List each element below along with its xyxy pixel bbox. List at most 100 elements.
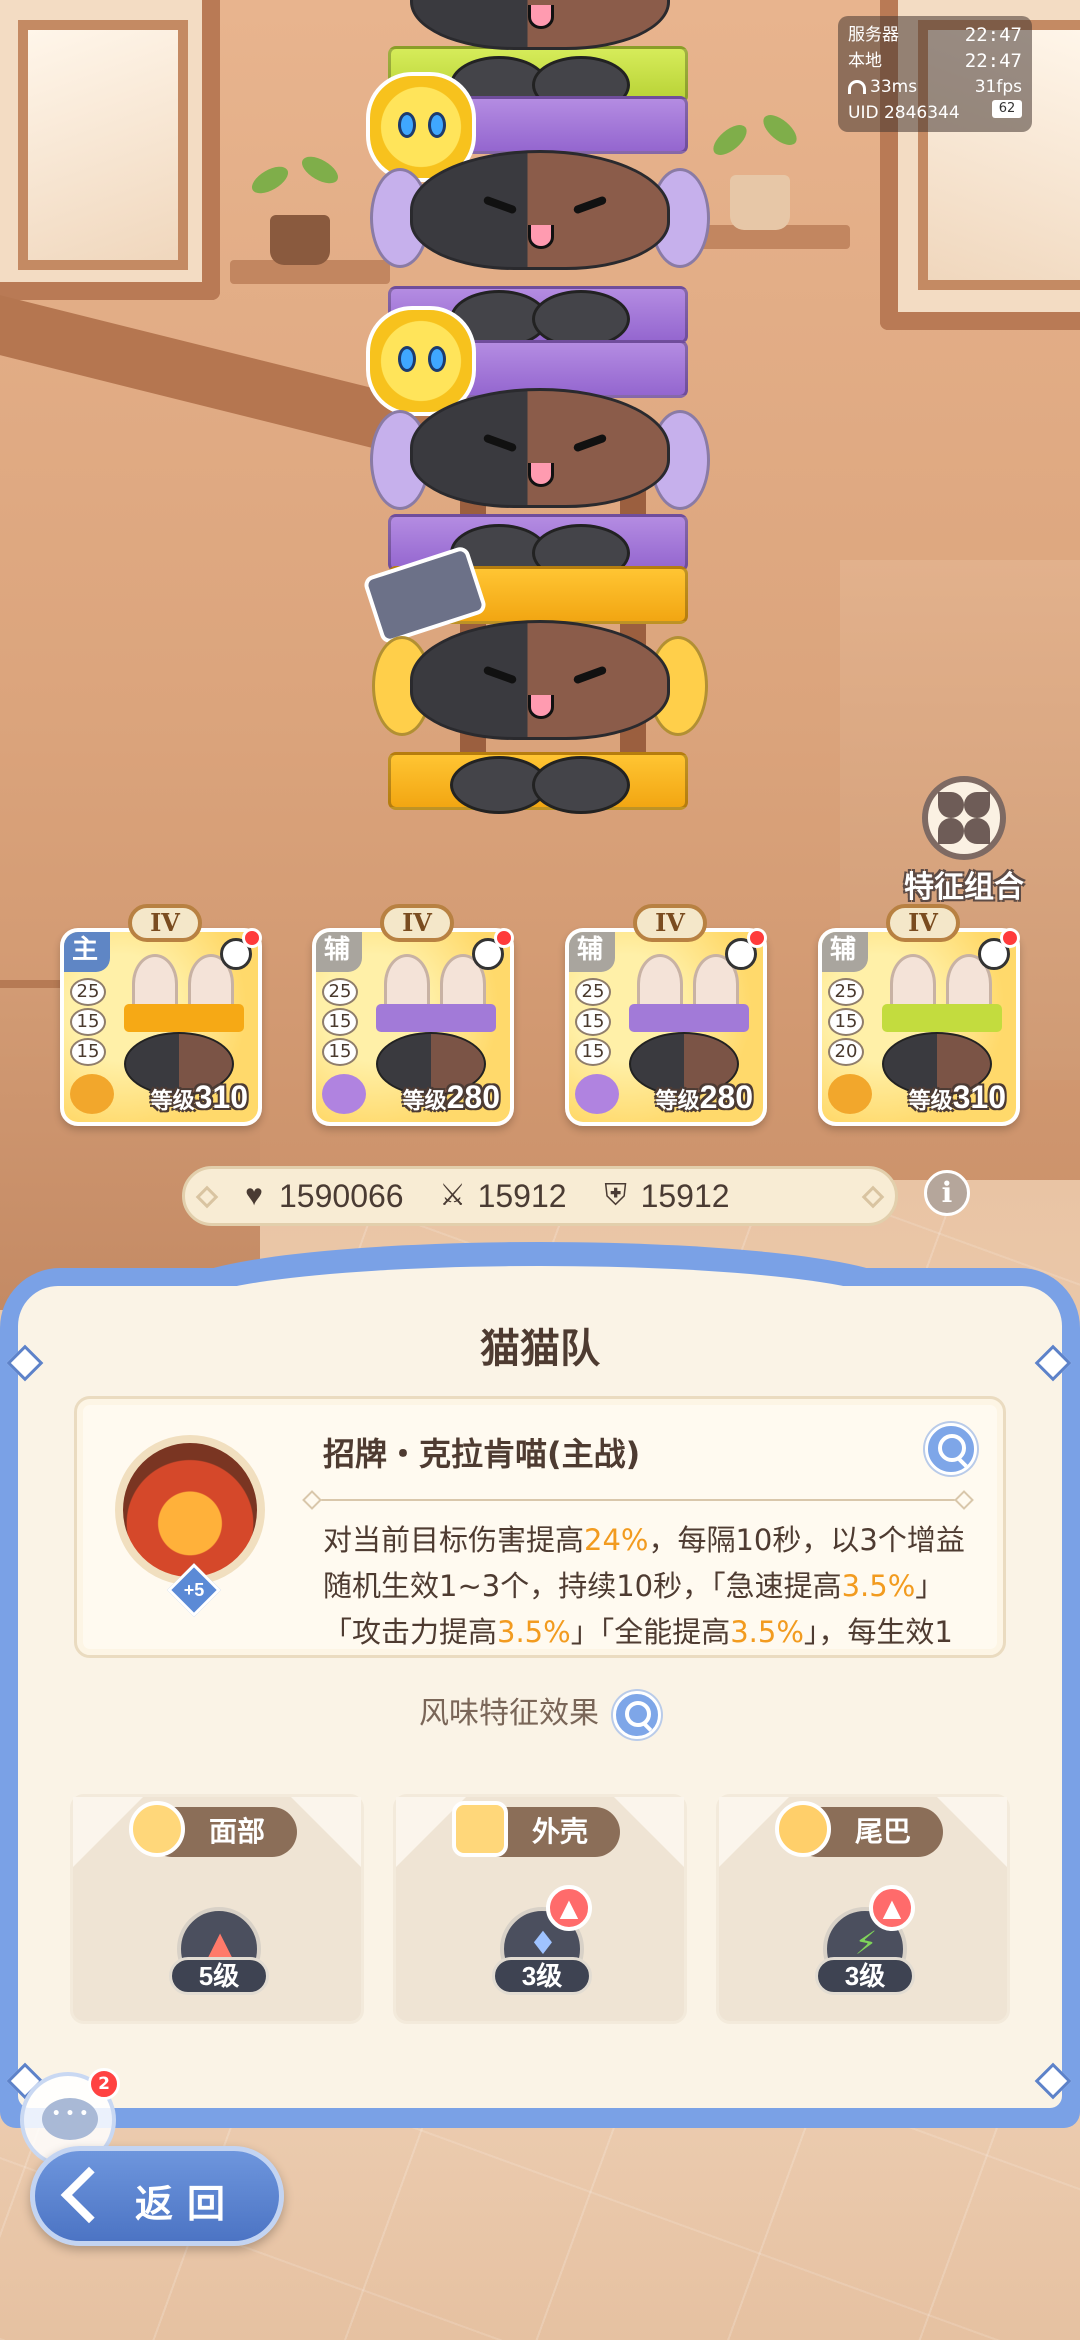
rank-badge: IV bbox=[380, 904, 454, 942]
local-time-row: 本地 22:47 bbox=[848, 48, 1022, 74]
cat-face-icon bbox=[129, 1801, 185, 1857]
tower-bow bbox=[450, 290, 630, 348]
trait-level: 3级 bbox=[815, 1957, 915, 1995]
level-key: 等级 bbox=[150, 1089, 195, 1114]
card-stats: 25 15 15 bbox=[70, 978, 106, 1068]
flower-accessory-icon bbox=[366, 306, 476, 416]
level-value: 280 bbox=[699, 1079, 753, 1115]
stat-tail: 15 bbox=[575, 1038, 611, 1066]
stat-tail: 15 bbox=[322, 1038, 358, 1066]
skill-magnify-button[interactable] bbox=[925, 1423, 977, 1475]
cat-eye bbox=[572, 665, 608, 685]
cat-eye bbox=[482, 665, 518, 685]
notification-dot bbox=[1000, 928, 1020, 948]
attack-value: 15912 bbox=[477, 1177, 567, 1214]
rank-badge: IV bbox=[633, 904, 707, 942]
skill-description: 对当前目标伤害提高24%，每隔10秒，以3个增益随机生效1~3个，持续10秒，「… bbox=[323, 1517, 973, 1655]
stat-face: 25 bbox=[828, 978, 864, 1006]
team-stats-bar: ♥ 1590066 ⚔ 15912 ⛨ 15912 bbox=[182, 1166, 898, 1226]
role-badge: 主 bbox=[64, 932, 110, 972]
team-panel: 猫猫队 +5 招牌・克拉肯喵(主战) 对当前目标伤害提高24%，每隔10秒，以3… bbox=[0, 1268, 1080, 2128]
flavor-header: 风味特征效果 bbox=[0, 1688, 1080, 1739]
cat-mouth bbox=[528, 225, 554, 249]
desc-highlight: 3.5% bbox=[497, 1615, 571, 1649]
role-badge: 辅 bbox=[822, 932, 868, 972]
flower-eye bbox=[428, 346, 446, 372]
paw-icon bbox=[322, 1074, 366, 1114]
defense-stat: ⛨ 15912 bbox=[601, 1178, 729, 1215]
decor-diamond bbox=[195, 1185, 219, 1209]
level-key: 等级 bbox=[908, 1089, 953, 1114]
desc-text: 对当前目标伤害提高 bbox=[323, 1523, 585, 1557]
cat-eye bbox=[482, 433, 518, 453]
card-art: 辅 25 15 15 等级280 bbox=[316, 932, 510, 1122]
card-level: 等级280 bbox=[656, 1079, 753, 1116]
skill-card: +5 招牌・克拉肯喵(主战) 对当前目标伤害提高24%，每隔10秒，以3个增益随… bbox=[74, 1396, 1006, 1658]
stat-tail: 20 bbox=[828, 1038, 864, 1066]
cat-card-4[interactable]: IV 辅 25 15 20 等级310 bbox=[818, 904, 1020, 1126]
cat-card-3[interactable]: IV 辅 25 15 15 等级280 bbox=[565, 904, 767, 1126]
tower-cat bbox=[410, 620, 670, 740]
trait-level: 3级 bbox=[492, 1957, 592, 1995]
paw-icon bbox=[575, 1074, 619, 1114]
tower-cat bbox=[410, 150, 670, 270]
server-time: 22:47 bbox=[964, 24, 1022, 46]
card-level: 等级280 bbox=[403, 1079, 500, 1116]
level-value: 280 bbox=[446, 1079, 500, 1115]
tower-bow bbox=[450, 756, 630, 814]
card-stats: 25 15 15 bbox=[322, 978, 358, 1068]
trait-shell[interactable]: 外壳 ♦ ▲ 3级 bbox=[393, 1794, 687, 2024]
shell-icon bbox=[452, 1801, 508, 1857]
stat-shell: 15 bbox=[828, 1008, 864, 1036]
stat-face: 25 bbox=[70, 978, 106, 1006]
back-button[interactable]: 返回 bbox=[30, 2146, 284, 2246]
card-band bbox=[629, 1004, 749, 1032]
cat-card-2[interactable]: IV 辅 25 15 15 等级280 bbox=[312, 904, 514, 1126]
cat-mouth bbox=[528, 463, 554, 487]
status-hud: 服务器 22:47 本地 22:47 33ms 31fps UID 284634… bbox=[838, 16, 1032, 132]
battery-icon: 62 bbox=[992, 100, 1022, 118]
back-label: 返回 bbox=[135, 2182, 240, 2226]
ping: 33ms bbox=[870, 77, 918, 97]
role-badge: 辅 bbox=[569, 932, 615, 972]
info-button[interactable]: i bbox=[924, 1170, 970, 1216]
level-key: 等级 bbox=[655, 1089, 700, 1114]
window-left bbox=[0, 0, 220, 300]
cat-mouth bbox=[528, 5, 554, 29]
card-level: 等级310 bbox=[151, 1079, 248, 1116]
stat-shell: 15 bbox=[70, 1008, 106, 1036]
trait-level: 5级 bbox=[169, 1957, 269, 1995]
uid-row: UID 2846344 62 bbox=[848, 100, 1022, 126]
back-arrow-icon bbox=[60, 2166, 118, 2224]
card-art: 辅 25 15 20 等级310 bbox=[822, 932, 1016, 1122]
tower-cat bbox=[410, 0, 670, 50]
server-time-row: 服务器 22:47 bbox=[848, 22, 1022, 48]
card-stats: 25 15 20 bbox=[828, 978, 864, 1068]
notification-dot bbox=[747, 928, 767, 948]
card-art: 主 25 15 15 等级310 bbox=[64, 932, 258, 1122]
stat-face: 25 bbox=[575, 978, 611, 1006]
thumbs-up-icon: ▲ bbox=[546, 1885, 592, 1931]
cat-eye bbox=[482, 195, 518, 215]
card-stats: 25 15 15 bbox=[575, 978, 611, 1068]
trait-tail[interactable]: 尾巴 ⚡ ▲ 3级 bbox=[716, 1794, 1010, 2024]
flower-eye bbox=[398, 112, 416, 138]
cat-eye bbox=[572, 433, 608, 453]
flavor-magnify-button[interactable] bbox=[613, 1690, 661, 1739]
cat-card-1[interactable]: IV 主 25 15 15 等级310 bbox=[60, 904, 262, 1126]
cat-eye bbox=[572, 195, 608, 215]
info-icon: i bbox=[941, 1176, 953, 1209]
flavor-title: 风味特征效果 bbox=[419, 1696, 599, 1731]
network-row: 33ms 31fps bbox=[848, 74, 1022, 100]
uid: UID 2846344 bbox=[848, 103, 960, 123]
trait-face[interactable]: 面部 ▲ 5级 bbox=[70, 1794, 364, 2024]
decor-diamond bbox=[861, 1185, 885, 1209]
trait-combo-button[interactable]: 特征组合 bbox=[894, 776, 1034, 906]
card-band bbox=[882, 1004, 1002, 1032]
rank-badge: IV bbox=[128, 904, 202, 942]
notification-dot bbox=[494, 928, 514, 948]
card-band bbox=[124, 1004, 244, 1032]
server-label: 服务器 bbox=[848, 25, 899, 45]
desc-highlight: 3.5% bbox=[841, 1569, 916, 1603]
flower-eye bbox=[398, 346, 416, 372]
